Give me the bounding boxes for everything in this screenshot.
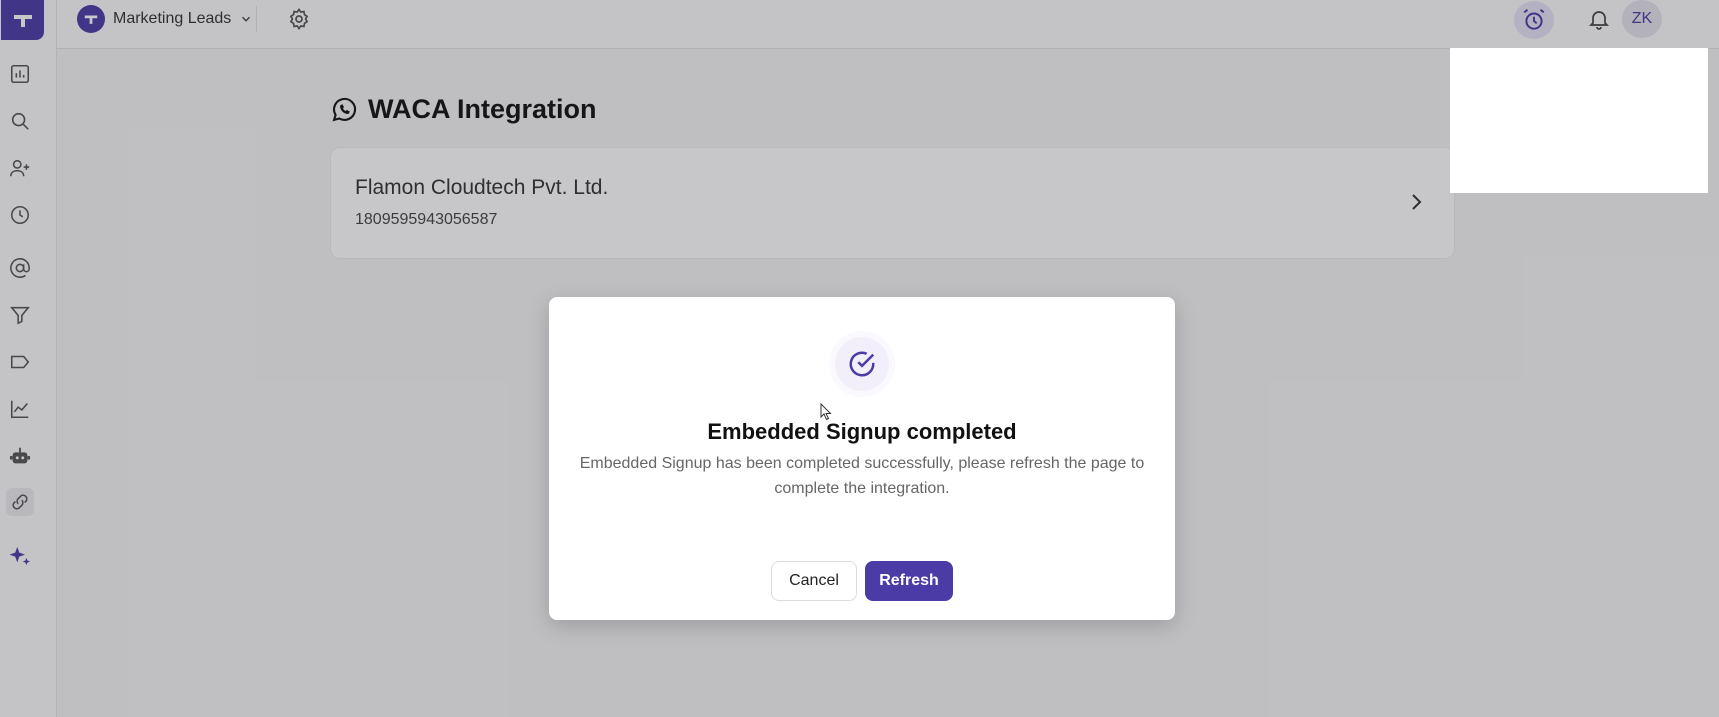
dialog-message: Embedded Signup has been completed succe…	[579, 455, 1145, 497]
dialog-title: Embedded Signup completed	[707, 419, 1017, 444]
blank-panel	[1450, 48, 1708, 193]
success-badge	[835, 337, 889, 391]
mouse-cursor-icon	[820, 403, 832, 421]
refresh-button[interactable]: Refresh	[865, 561, 953, 601]
check-circle-icon	[849, 351, 875, 377]
signup-completed-dialog: Embedded Signup completed Embedded Signu…	[549, 297, 1175, 620]
cancel-button[interactable]: Cancel	[771, 561, 857, 601]
